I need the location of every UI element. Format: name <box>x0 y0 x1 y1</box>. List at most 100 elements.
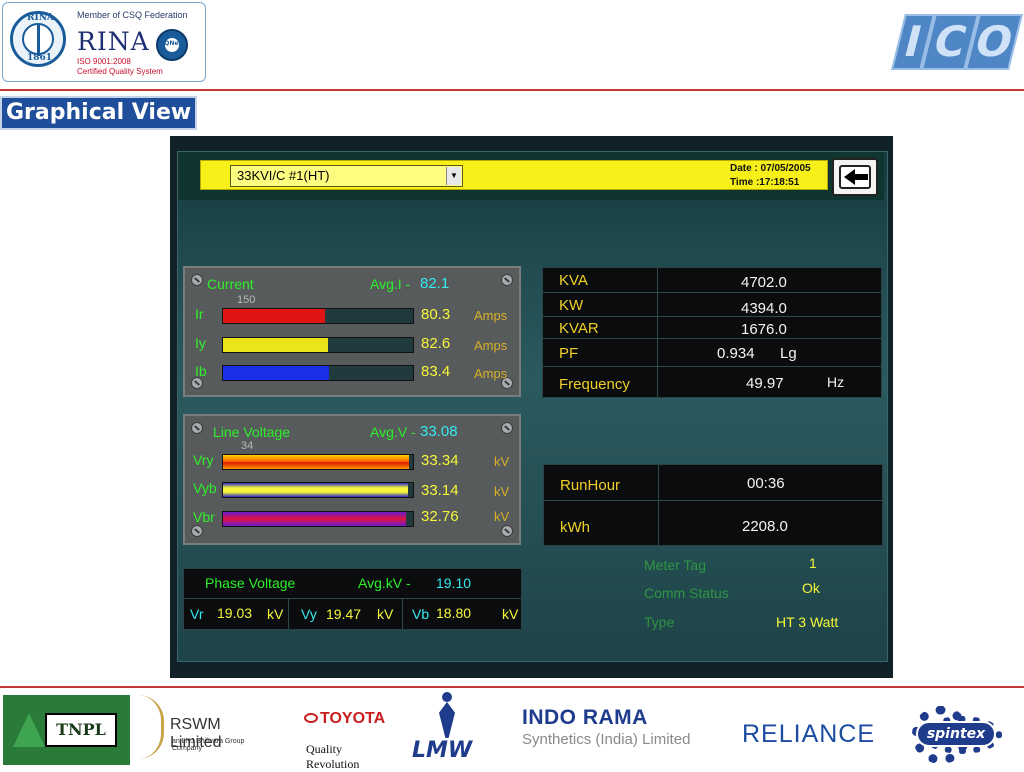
toyota-emblem-icon <box>304 713 318 723</box>
reliance-logo: RELIANCE <box>740 716 882 754</box>
screw-icon <box>501 525 513 537</box>
header-divider <box>0 89 1024 91</box>
phase-label-vbr: Vbr <box>193 509 215 525</box>
rina-certified: Certified Quality System <box>77 67 163 76</box>
line-voltage-avg-label: Avg.V - <box>370 424 416 440</box>
current-bar-iy <box>222 337 414 353</box>
current-bar-ir <box>222 308 414 324</box>
runhour-label: RunHour <box>560 477 621 494</box>
page-title: Graphical View <box>0 96 198 130</box>
phase-voltage-avg-value: 19.10 <box>436 575 472 591</box>
unit-label: kV <box>377 606 394 622</box>
phase-label-iy: Iy <box>195 335 206 351</box>
phase-label-vr: Vr <box>190 606 204 622</box>
current-title: Current <box>207 276 254 292</box>
screw-icon <box>501 422 513 434</box>
power-value-kva: 4702.0 <box>741 274 787 291</box>
voltage-bar-fill <box>223 455 410 469</box>
reliance-name: RELIANCE <box>742 720 876 748</box>
toyota-name: TOYOTA <box>320 710 386 727</box>
unit-label: kV <box>494 454 510 469</box>
screw-icon <box>501 274 513 286</box>
indorama-name: INDO RAMA <box>522 706 648 729</box>
phase-value-vb: 18.80 <box>436 605 472 621</box>
phase-label-vry: Vry <box>193 452 214 468</box>
line-voltage-avg-value: 33.08 <box>420 423 458 440</box>
current-value-ir: 80.3 <box>421 306 451 323</box>
power-label-kw: KW <box>559 297 584 314</box>
rswm-sub: an LNJ Bhilwara Group Company <box>172 738 245 752</box>
phase-value-vr: 19.03 <box>217 605 253 621</box>
rina-member-text: Member of CSQ Federation <box>77 10 188 20</box>
meter-tag-label: Meter Tag <box>644 557 706 573</box>
current-bar-fill <box>223 338 328 352</box>
meter-select-dropdown[interactable]: 33KVI/C #1(HT) ▼ <box>230 165 463 187</box>
current-scale: 150 <box>237 294 256 306</box>
power-value-kw: 4394.0 <box>741 300 787 317</box>
chevron-down-icon[interactable]: ▼ <box>446 167 461 185</box>
seal-year: 1861 <box>27 53 53 63</box>
lmw-logo: LMW <box>408 690 508 766</box>
power-unit-pf: Lg <box>780 345 797 362</box>
power-unit-frequency: Hz <box>827 374 845 390</box>
lmw-figure-icon <box>442 692 452 702</box>
ico-logo: I C O <box>891 14 1023 72</box>
kwh-value: 2208.0 <box>742 518 788 535</box>
power-label-frequency: Frequency <box>559 376 630 393</box>
iqnet-icon: IQNet <box>156 29 188 61</box>
current-panel: Current Avg.I - 82.1 150 Ir 80.3 Amps Iy… <box>183 266 521 397</box>
rswm-logo: RSWM Limited an LNJ Bhilwara Group Compa… <box>138 693 270 765</box>
tnpl-label: TNPL <box>45 713 117 747</box>
meter-tag-value: 1 <box>809 555 817 571</box>
power-label-kva: KVA <box>559 272 588 289</box>
spintex-logo: spintex <box>900 704 1018 766</box>
phase-label-vyb: Vyb <box>193 480 217 496</box>
comm-status-value: Ok <box>802 580 820 596</box>
phase-label-vb: Vb <box>412 606 430 622</box>
power-table: KVA 4702.0 KW 4394.0 KVAR 1676.0 PF 0.93… <box>542 267 882 398</box>
unit-label: kV <box>267 606 284 622</box>
power-value-frequency: 49.97 <box>746 375 784 392</box>
back-button[interactable] <box>832 158 878 196</box>
power-value-pf: 0.934 <box>717 345 755 362</box>
rina-seal-icon: RINA 1861 <box>10 11 66 67</box>
current-value-iy: 82.6 <box>421 335 451 352</box>
current-bar-fill <box>223 309 325 323</box>
screw-icon <box>191 274 203 286</box>
date-label: Date : 07/05/2005 <box>730 163 811 174</box>
phase-voltage-table: Phase Voltage Avg.kV - 19.10 Vr 19.03 kV… <box>183 568 522 630</box>
rina-iso: ISO 9001:2008 <box>77 57 131 66</box>
footer-divider <box>0 686 1024 688</box>
current-bar-fill <box>223 366 329 380</box>
voltage-value-vyb: 33.14 <box>421 482 459 499</box>
arrow-left-icon <box>839 165 871 189</box>
indorama-logo: INDO RAMA Synthetics (India) Limited <box>520 706 720 754</box>
phase-voltage-avg-label: Avg.kV - <box>358 575 411 591</box>
kwh-label: kWh <box>560 519 590 536</box>
unit-label: Amps <box>474 338 508 353</box>
unit-label: kV <box>494 509 510 524</box>
voltage-bar-vry <box>222 454 414 470</box>
lmw-name: LMW <box>412 738 473 763</box>
voltage-value-vbr: 32.76 <box>421 508 459 525</box>
energy-table: RunHour 00:36 kWh 2208.0 <box>543 464 883 546</box>
comm-status-label: Comm Status <box>644 585 729 601</box>
line-voltage-panel: Line Voltage Avg.V - 33.08 34 Vry 33.34 … <box>183 414 521 545</box>
voltage-bar-fill <box>223 512 407 526</box>
runhour-value: 00:36 <box>747 475 785 492</box>
tnpl-logo: TNPL <box>3 695 130 765</box>
iqnet-label: IQNet <box>162 40 182 47</box>
type-value: HT 3 Watt <box>776 614 839 630</box>
phase-value-vy: 19.47 <box>326 606 362 622</box>
seal-name: RINA <box>27 13 54 23</box>
unit-label: kV <box>494 484 510 499</box>
unit-label: kV <box>502 606 519 622</box>
voltage-bar-vbr <box>222 511 414 527</box>
type-label: Type <box>644 614 675 630</box>
current-avg-label: Avg.I - <box>370 276 411 292</box>
spintex-name: spintex <box>916 721 996 747</box>
current-value-ib: 83.4 <box>421 363 451 380</box>
power-label-pf: PF <box>559 345 579 362</box>
screw-icon <box>191 422 203 434</box>
rina-certification-logo: RINA 1861 Member of CSQ Federation RINA … <box>2 2 206 82</box>
